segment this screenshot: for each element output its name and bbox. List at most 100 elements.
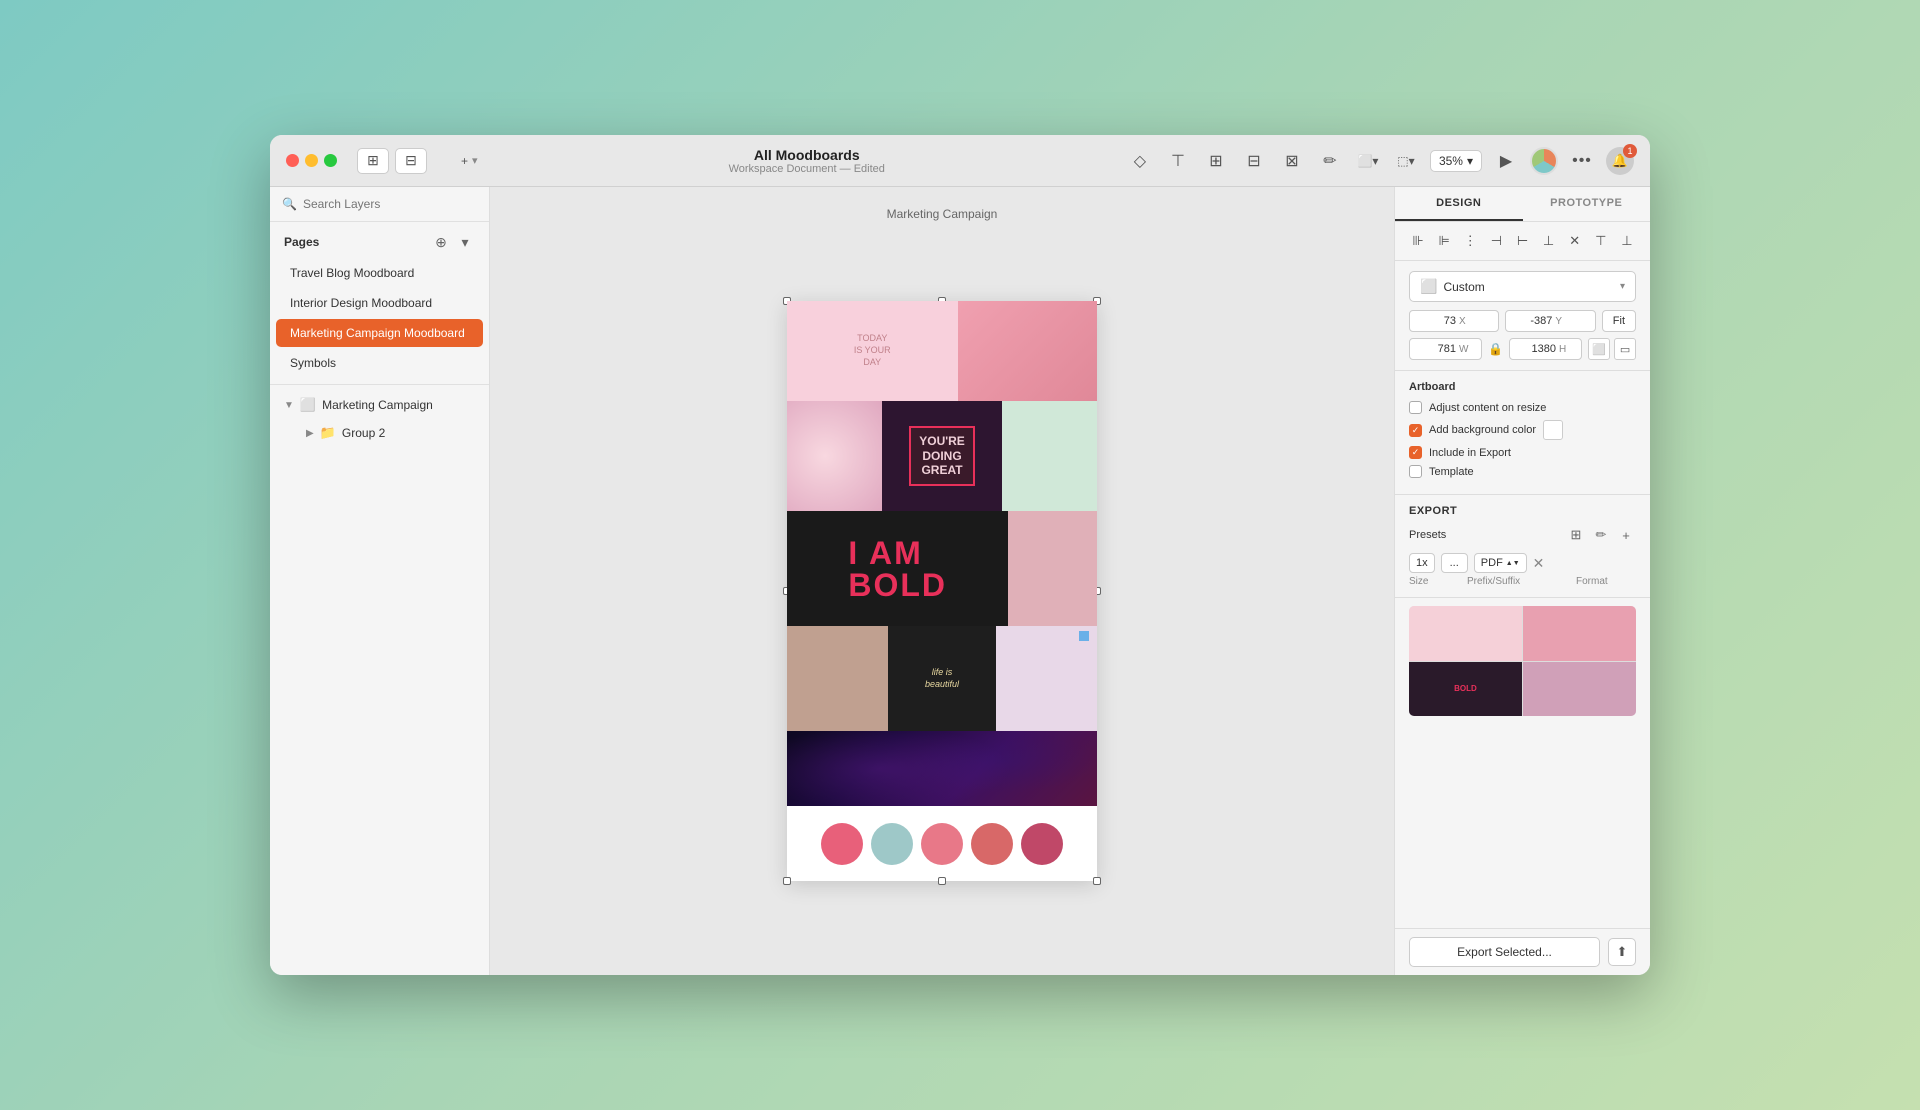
align-center-icon[interactable]: ⊫ <box>1433 230 1455 252</box>
maximize-button[interactable] <box>324 154 337 167</box>
y-input[interactable]: Y <box>1505 310 1595 332</box>
grid-view-button[interactable]: ⊟ <box>395 148 427 174</box>
transform-icon[interactable]: ⊟ <box>1240 147 1268 175</box>
neon-text-youre: YOU'REDOINGGREAT <box>909 426 975 485</box>
panel-toolbar: ⊪ ⊫ ⋮ ⊣ ⊢ ⊥ ✕ ⊤ ⊥ <box>1395 222 1650 261</box>
distribute-h-icon[interactable]: ⋮ <box>1459 230 1481 252</box>
canvas-area[interactable]: Marketing Campaign TODAYIS YOURDAY <box>490 187 1394 975</box>
page-item-interior[interactable]: Interior Design Moodboard <box>276 289 483 317</box>
fit-button[interactable]: Fit <box>1602 310 1636 332</box>
zoom-selector[interactable]: 35% ▾ <box>1430 150 1482 172</box>
x-value[interactable] <box>1416 315 1456 327</box>
app-window: ⊞ ⊟ + ▾ All Moodboards Workspace Documen… <box>270 135 1650 975</box>
background-color-swatch[interactable] <box>1543 420 1563 440</box>
delete-icon[interactable]: ✕ <box>1564 230 1586 252</box>
remove-export-icon[interactable]: ✕ <box>1533 555 1545 572</box>
edit-icon[interactable]: ✏ <box>1591 525 1611 545</box>
swatch-4 <box>971 823 1013 865</box>
add-page-button[interactable]: ⊕ <box>431 232 451 252</box>
more-icon[interactable]: ••• <box>1568 147 1596 175</box>
distribute-icon[interactable]: ⊞ <box>1202 147 1230 175</box>
artboard-label: Marketing Campaign <box>887 207 998 221</box>
align-bottom-icon[interactable]: ⊥ <box>1616 230 1638 252</box>
row-2: YOU'REDOINGGREAT <box>787 401 1097 511</box>
cell-today: TODAYIS YOURDAY <box>787 301 958 401</box>
artboard[interactable]: TODAYIS YOURDAY YOU'REDOINGGREAT <box>787 301 1097 881</box>
flip-h-icon[interactable]: ⊢ <box>1511 230 1533 252</box>
layer-marketing-campaign[interactable]: ▼ ⬜ Marketing Campaign <box>270 391 489 419</box>
minimize-button[interactable] <box>305 154 318 167</box>
flip-v-icon[interactable]: ⊥ <box>1538 230 1560 252</box>
w-input[interactable]: W <box>1409 338 1482 360</box>
frame-icon[interactable]: ⬚▾ <box>1392 147 1420 175</box>
zoom-value: 35% <box>1439 154 1463 168</box>
preset-dropdown[interactable]: ⬜ Custom ▾ <box>1409 271 1636 302</box>
tab-prototype[interactable]: PROTOTYPE <box>1523 187 1651 221</box>
size-row: W 🔒 H ⬜ ▭ <box>1409 338 1636 360</box>
y-value[interactable] <box>1512 315 1552 327</box>
align-top-icon[interactable]: ⊤ <box>1590 230 1612 252</box>
cell-balloons <box>787 401 882 511</box>
moodboard-grid: TODAYIS YOURDAY YOU'REDOINGGREAT <box>787 301 1097 881</box>
today-text: TODAYIS YOURDAY <box>850 329 895 372</box>
h-value[interactable] <box>1516 343 1556 355</box>
search-input[interactable] <box>303 197 477 211</box>
template-row: Template <box>1409 465 1636 478</box>
user-avatar[interactable] <box>1530 147 1558 175</box>
preview-cell-2 <box>1523 606 1636 661</box>
pen-icon[interactable]: ✏ <box>1316 147 1344 175</box>
adjust-content-label: Adjust content on resize <box>1429 402 1546 414</box>
w-value[interactable] <box>1416 343 1456 355</box>
spread-icon[interactable]: ⊣ <box>1485 230 1507 252</box>
play-button[interactable]: ▶ <box>1492 147 1520 175</box>
page-item-travel[interactable]: Travel Blog Moodboard <box>276 259 483 287</box>
component-icon[interactable]: ⊠ <box>1278 147 1306 175</box>
align-icon[interactable]: ⊤ <box>1164 147 1192 175</box>
tab-design[interactable]: DESIGN <box>1395 187 1523 221</box>
close-button[interactable] <box>286 154 299 167</box>
portrait-button[interactable]: ⬜ <box>1588 338 1610 360</box>
main-content: 🔍 Pages ⊕ ▾ Travel Blog Moodboard Interi… <box>270 187 1650 975</box>
add-chevron: ▾ <box>472 154 478 167</box>
include-export-row: Include in Export <box>1409 446 1636 459</box>
include-export-checkbox[interactable] <box>1409 446 1422 459</box>
notification-button[interactable]: 🔔 1 <box>1606 147 1634 175</box>
template-checkbox[interactable] <box>1409 465 1422 478</box>
swatch-1 <box>821 823 863 865</box>
landscape-button[interactable]: ▭ <box>1614 338 1636 360</box>
title-bar: ⊞ ⊟ + ▾ All Moodboards Workspace Documen… <box>270 135 1650 187</box>
artboard-icon: ⬜ <box>300 397 316 413</box>
size-select[interactable]: 1x <box>1409 553 1435 573</box>
cell-cocktail <box>1002 401 1097 511</box>
shape-icon[interactable]: ⬜▾ <box>1354 147 1382 175</box>
cell-pink-top <box>958 301 1098 401</box>
artboard-section-title: Artboard <box>1409 381 1636 393</box>
adjust-content-checkbox[interactable] <box>1409 401 1422 414</box>
pages-chevron[interactable]: ▾ <box>455 232 475 252</box>
page-item-symbols[interactable]: Symbols <box>276 349 483 377</box>
share-button[interactable]: ⬆ <box>1608 938 1636 966</box>
format-select[interactable]: PDF ▲▼ <box>1474 553 1527 573</box>
document-subtitle: Workspace Document — Edited <box>729 163 885 175</box>
x-input[interactable]: X <box>1409 310 1499 332</box>
add-preset-icon[interactable]: + <box>1616 525 1636 545</box>
export-selected-button[interactable]: Export Selected... <box>1409 937 1600 967</box>
align-left-icon[interactable]: ⊪ <box>1407 230 1429 252</box>
handle-bottom-right[interactable] <box>1093 877 1101 885</box>
prefix-select[interactable]: ... <box>1441 553 1468 573</box>
lock-icon[interactable]: 🔒 <box>1488 342 1503 356</box>
chevron-right-icon: ▶ <box>306 428 314 439</box>
add-background-checkbox[interactable] <box>1409 424 1422 437</box>
preset-section: ⬜ Custom ▾ X Y Fit <box>1395 261 1650 371</box>
single-view-button[interactable]: ⊞ <box>357 148 389 174</box>
add-button[interactable]: + ▾ <box>451 149 488 173</box>
handle-bottom-left[interactable] <box>783 877 791 885</box>
page-item-marketing[interactable]: Marketing Campaign Moodboard <box>276 319 483 347</box>
handle-bottom-mid[interactable] <box>938 877 946 885</box>
export-title: EXPORT <box>1409 505 1636 517</box>
h-input[interactable]: H <box>1509 338 1582 360</box>
adjust-content-row: Adjust content on resize <box>1409 401 1636 414</box>
diamond-icon[interactable]: ◇ <box>1126 147 1154 175</box>
layer-group2[interactable]: ▶ 📁 Group 2 <box>270 419 489 447</box>
filter-icon[interactable]: ⊞ <box>1566 525 1586 545</box>
